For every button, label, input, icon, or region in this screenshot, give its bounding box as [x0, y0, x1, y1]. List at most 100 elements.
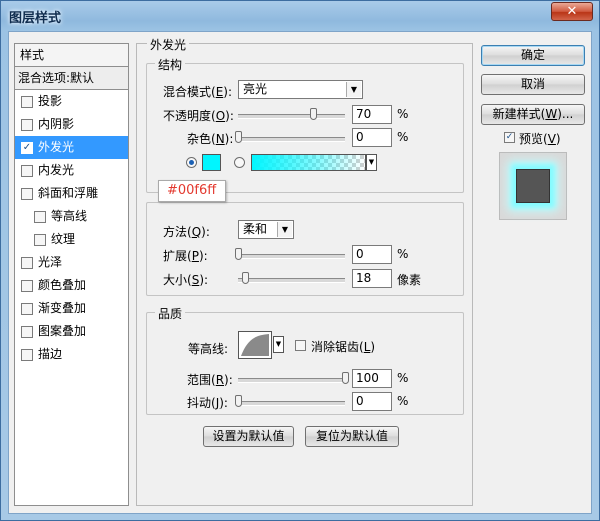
style-item[interactable]: 等高线	[15, 205, 128, 228]
jitter-unit: %	[397, 394, 409, 408]
spread-input[interactable]: 0	[352, 245, 392, 264]
opacity-unit: %	[397, 107, 409, 121]
style-item[interactable]: ✓ 外发光	[15, 136, 128, 159]
opacity-input[interactable]: 70	[352, 105, 392, 124]
chevron-down-icon: ▼	[277, 222, 292, 237]
style-item-label: 光泽	[38, 255, 63, 269]
style-item-checkbox[interactable]	[21, 349, 33, 361]
preview-checkbox[interactable]: ✓	[504, 132, 515, 143]
structure-title: 结构	[155, 56, 186, 73]
blend-mode-value: 亮光	[243, 82, 268, 96]
range-slider-thumb[interactable]	[342, 372, 349, 384]
solid-color-radio[interactable]	[186, 157, 197, 168]
range-unit: %	[397, 371, 409, 385]
dialog-title: 图层样式	[9, 11, 62, 26]
style-item-label: 图案叠加	[38, 324, 87, 338]
quality-section: 品质 等高线: ▼ 消除锯齿(L) 范围(R): 100 % 抖动(J): 0 …	[146, 305, 464, 415]
style-item-label: 等高线	[51, 209, 88, 223]
gradient-dropdown-icon[interactable]: ▼	[366, 154, 377, 171]
style-item-checkbox[interactable]	[21, 303, 33, 315]
opacity-slider-track[interactable]	[238, 114, 345, 119]
spread-slider-track[interactable]	[238, 254, 345, 259]
style-item-checkbox[interactable]: ✓	[21, 142, 33, 154]
contour-dropdown-icon[interactable]: ▼	[273, 336, 284, 353]
spread-unit: %	[397, 247, 409, 261]
style-item-checkbox[interactable]	[21, 165, 33, 177]
glow-color-swatch[interactable]	[202, 154, 221, 171]
style-item[interactable]: 描边	[15, 343, 128, 366]
style-item-checkbox[interactable]	[21, 257, 33, 269]
styles-header[interactable]: 样式	[15, 44, 128, 67]
noise-slider-track[interactable]	[238, 137, 345, 142]
technique-label: 方法(Q):	[163, 225, 210, 239]
style-item[interactable]: 斜面和浮雕	[15, 182, 128, 205]
ok-button[interactable]: 确定	[481, 45, 585, 66]
contour-preview[interactable]	[238, 331, 272, 359]
blend-mode-select[interactable]: 亮光 ▼	[238, 80, 363, 99]
style-item-label: 内发光	[38, 163, 75, 177]
style-item[interactable]: 渐变叠加	[15, 297, 128, 320]
contour-label: 等高线:	[188, 342, 229, 356]
style-item-label: 颜色叠加	[38, 278, 87, 292]
style-item-checkbox[interactable]	[34, 211, 46, 223]
style-item-label: 渐变叠加	[38, 301, 87, 315]
size-slider-thumb[interactable]	[242, 272, 250, 284]
spread-slider-thumb[interactable]	[235, 248, 242, 260]
contour-curve-icon	[241, 334, 269, 356]
anti-alias-checkbox[interactable]	[295, 340, 306, 351]
preview-glow-square	[516, 169, 550, 203]
style-item-checkbox[interactable]	[34, 234, 46, 246]
noise-unit: %	[397, 130, 409, 144]
blend-options-item[interactable]: 混合选项:默认	[15, 67, 128, 90]
style-item-label: 内阴影	[38, 117, 75, 131]
spread-label: 扩展(P):	[163, 249, 208, 263]
outer-glow-title: 外发光	[147, 36, 190, 53]
title-bar[interactable]: 图层样式 ✕	[1, 1, 599, 29]
color-value-tooltip: #00f6ff	[158, 180, 226, 202]
close-button[interactable]: ✕	[551, 2, 593, 21]
style-item-checkbox[interactable]	[21, 96, 33, 108]
new-style-button[interactable]: 新建样式(W)...	[481, 104, 585, 125]
gradient-picker[interactable]	[251, 154, 366, 171]
technique-value: 柔和	[243, 222, 268, 236]
style-item[interactable]: 内阴影	[15, 113, 128, 136]
style-item[interactable]: 投影	[15, 90, 128, 113]
style-item-label: 外发光	[38, 140, 75, 154]
size-label: 大小(S):	[163, 273, 209, 287]
jitter-input[interactable]: 0	[352, 392, 392, 411]
style-item-checkbox[interactable]	[21, 326, 33, 338]
style-item[interactable]: 内发光	[15, 159, 128, 182]
anti-alias-label: 消除锯齿(L)	[311, 340, 376, 354]
jitter-slider-track[interactable]	[238, 401, 345, 406]
preview-label: 预览(V)	[519, 132, 561, 146]
style-item-checkbox[interactable]	[21, 119, 33, 131]
opacity-slider-thumb[interactable]	[309, 108, 317, 120]
range-label: 范围(R):	[187, 373, 233, 387]
style-item[interactable]: 纹理	[15, 228, 128, 251]
gradient-radio[interactable]	[234, 157, 245, 168]
size-slider-track[interactable]	[238, 278, 345, 283]
range-input[interactable]: 100	[352, 369, 392, 388]
elements-section: 方法(Q): 柔和 ▼ 扩展(P): 0 % 大小(S): 18 像素	[146, 202, 464, 296]
style-item-checkbox[interactable]	[21, 280, 33, 292]
style-item-label: 投影	[38, 94, 63, 108]
style-item[interactable]: 图案叠加	[15, 320, 128, 343]
style-item[interactable]: 颜色叠加	[15, 274, 128, 297]
noise-input[interactable]: 0	[352, 128, 392, 147]
opacity-label: 不透明度(O):	[163, 109, 234, 123]
noise-slider-thumb[interactable]	[235, 131, 242, 143]
cancel-button[interactable]: 取消	[481, 74, 585, 95]
style-item-checkbox[interactable]	[21, 188, 33, 200]
make-default-button[interactable]: 设置为默认值	[203, 426, 294, 447]
reset-default-button[interactable]: 复位为默认值	[305, 426, 399, 447]
noise-label: 杂色(N):	[187, 132, 234, 146]
blend-mode-label: 混合模式(E):	[163, 85, 233, 99]
size-input[interactable]: 18	[352, 269, 392, 288]
layer-style-dialog: 图层样式 ✕ 样式 混合选项:默认 投影内阴影 ✓ 外发光内发光斜面和浮雕等高线纹理…	[0, 0, 600, 521]
style-item[interactable]: 光泽	[15, 251, 128, 274]
range-slider-track[interactable]	[238, 378, 345, 383]
outer-glow-group: 外发光 结构 混合模式(E): 亮光 ▼ 不透明度(O): 70 % 杂色(N)…	[136, 36, 473, 506]
technique-select[interactable]: 柔和 ▼	[238, 220, 294, 239]
style-item-label: 纹理	[51, 232, 76, 246]
jitter-slider-thumb[interactable]	[235, 395, 242, 407]
